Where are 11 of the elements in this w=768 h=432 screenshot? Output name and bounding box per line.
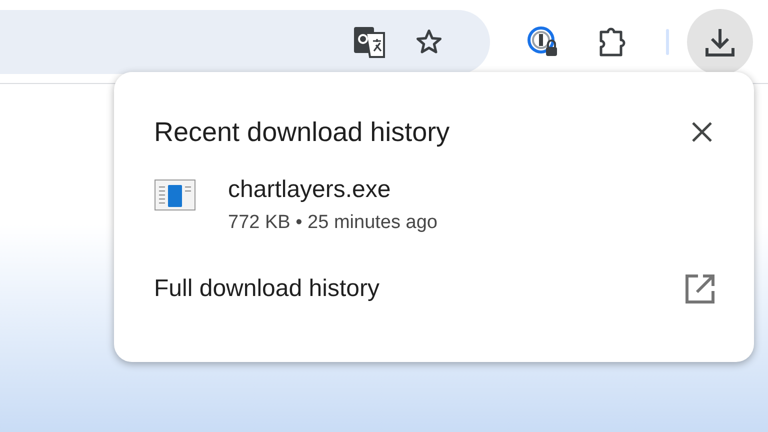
file-details: 772 KB • 25 minutes ago bbox=[228, 210, 438, 234]
star-icon[interactable] bbox=[414, 26, 444, 56]
external-link-icon[interactable] bbox=[684, 273, 716, 305]
full-history-link[interactable]: Full download history bbox=[154, 271, 380, 307]
file-icon bbox=[154, 178, 196, 210]
password-manager-icon[interactable] bbox=[526, 24, 560, 58]
file-name[interactable]: chartlayers.exe bbox=[228, 174, 438, 204]
address-bar[interactable] bbox=[0, 10, 490, 74]
popup-title: Recent download history bbox=[154, 116, 450, 149]
translate-icon[interactable] bbox=[352, 24, 388, 58]
close-icon bbox=[691, 121, 713, 144]
